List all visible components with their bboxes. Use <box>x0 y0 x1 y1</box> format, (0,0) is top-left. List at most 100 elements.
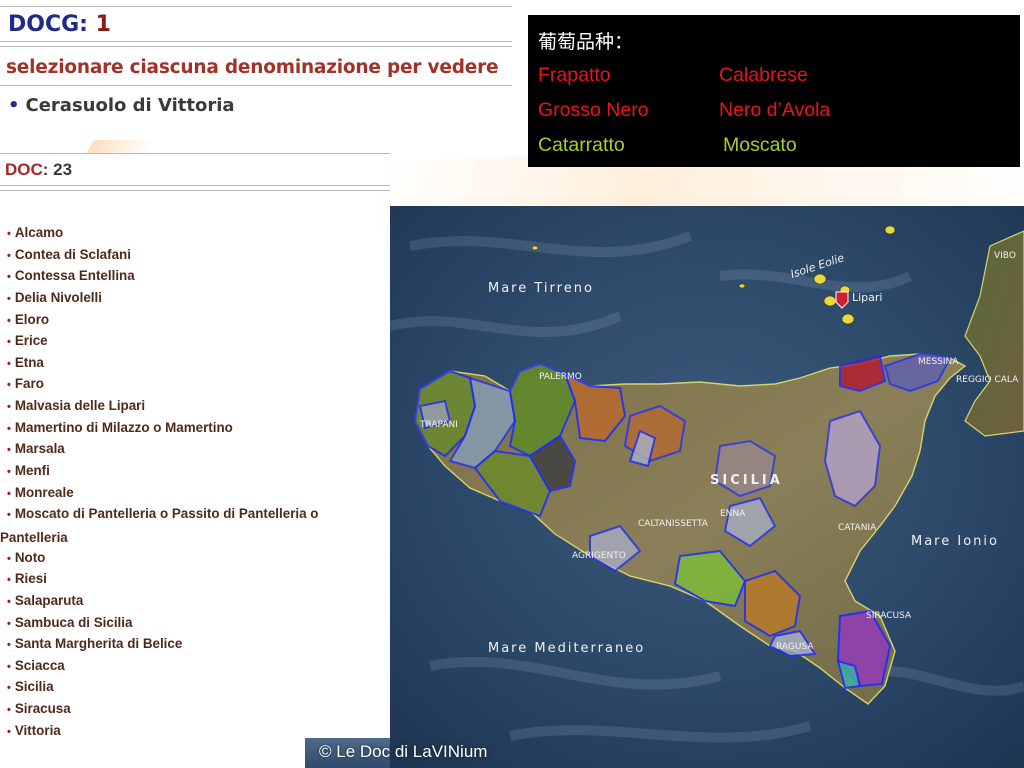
label-mare-mediterraneo: Mare Mediterraneo <box>488 641 645 656</box>
divider <box>0 85 512 86</box>
doc-item-label: Santa Margherita di Belice <box>14 636 183 652</box>
doc-item-sicilia[interactable]: • Sicilia <box>7 676 367 698</box>
doc-item-label: Salaparuta <box>14 592 84 608</box>
docg-label: DOCG: <box>8 12 88 37</box>
bullet: • <box>7 444 11 457</box>
doc-list: • Alcamo • Contea di Sclafani • Contessa En… <box>0 222 367 741</box>
bullet: • <box>7 487 11 500</box>
bullet: • <box>7 228 11 240</box>
map-canvas: Mare Tirreno Isole Eolie Lipari VIBO MES… <box>390 206 1024 768</box>
doc-item-menfi[interactable]: • Menfi <box>7 460 367 482</box>
grape-frapatto: Frapatto <box>538 64 611 86</box>
doc-item-monreale[interactable]: • Monreale <box>7 482 367 504</box>
doc-item-marsala[interactable]: • Marsala <box>7 438 367 460</box>
bullet: • <box>7 595 11 608</box>
doc-item-label: Menfi <box>14 463 50 479</box>
label-messina: MESSINA <box>918 357 959 367</box>
bullet: • <box>7 249 11 262</box>
docg-instruction: selezionare ciascuna denominazione per v… <box>6 57 499 78</box>
label-lipari: Lipari <box>852 291 883 304</box>
label-sicilia: SICILIA <box>710 473 783 488</box>
bullet: • <box>8 95 20 116</box>
doc-item-label: Monreale <box>14 484 74 500</box>
doc-count: : 23 <box>42 160 73 179</box>
doc-item-delia-nivolelli[interactable]: • Delia Nivolelli <box>7 287 367 309</box>
bullet: • <box>7 357 11 370</box>
label-agrigento: AGRIGENTO <box>572 551 626 561</box>
grape-calabrese: Calabrese <box>719 64 808 86</box>
label-mare-ionio: Mare Ionio <box>911 534 999 549</box>
doc-item-label: Contessa Entellina <box>14 268 135 284</box>
divider <box>0 153 390 154</box>
doc-item-santa-margherita-di-belice[interactable]: • Santa Margherita di Belice <box>7 633 367 655</box>
doc-item-label: Sicilia <box>14 679 54 695</box>
doc-item-sambuca-di-sicilia[interactable]: • Sambuca di Sicilia <box>7 612 367 634</box>
doc-item-label: Riesi <box>14 571 47 587</box>
bullet: • <box>7 271 11 284</box>
bullet: • <box>7 639 11 652</box>
grape-catarratto: Catarratto <box>538 134 625 156</box>
label-palermo: PALERMO <box>539 372 582 382</box>
bullet: • <box>7 574 11 587</box>
bullet: • <box>7 552 11 565</box>
label-trapani: TRAPANI <box>419 420 458 430</box>
doc-item-label: Sambuca di Sicilia <box>14 614 133 630</box>
bullet: • <box>7 725 11 738</box>
doc-item-eloro[interactable]: • Eloro <box>7 309 367 331</box>
copyright-notice: © Le Doc di LaVINium <box>319 742 488 761</box>
doc-item-riesi[interactable]: • Riesi <box>7 568 367 590</box>
doc-item-label: Marsala <box>14 441 65 457</box>
label-enna: ENNA <box>720 509 746 519</box>
bullet: • <box>7 336 11 349</box>
doc-item-salaparuta[interactable]: • Salaparuta <box>7 590 367 612</box>
doc-item-noto[interactable]: • Noto <box>7 547 367 569</box>
bullet: • <box>7 682 11 695</box>
grape-nero-davola: Nero d’Avola <box>719 99 831 121</box>
label-mare-tirreno: Mare Tirreno <box>488 281 594 296</box>
doc-item-label: Mamertino di Milazzo o Mamertino <box>14 419 233 435</box>
divider <box>0 46 512 47</box>
sicily-wine-map: Mare Tirreno Isole Eolie Lipari VIBO MES… <box>390 206 1024 768</box>
doc-item-malvasia-delle-lipari[interactable]: • Malvasia delle Lipari <box>7 395 367 417</box>
docg-count: 1 <box>95 12 111 37</box>
divider <box>0 190 390 191</box>
docg-item-cerasuolo-di-vittoria[interactable]: • Cerasuolo di Vittoria <box>8 95 235 116</box>
doc-item-alcamo[interactable]: • Alcamo <box>7 222 367 244</box>
grape-varieties-box: 葡萄品种： Frapatto Calabrese Grosso Nero Ner… <box>528 15 1020 167</box>
bullet: • <box>7 617 11 630</box>
bullet: • <box>7 509 11 522</box>
doc-item-label: Alcamo <box>14 225 64 240</box>
bullet: • <box>7 379 11 392</box>
bullet: • <box>7 314 11 327</box>
doc-item-label: Contea di Sclafani <box>14 246 131 262</box>
doc-item-erice[interactable]: • Erice <box>7 330 367 352</box>
bullet: • <box>7 704 11 717</box>
doc-item-etna[interactable]: • Etna <box>7 352 367 374</box>
divider <box>0 185 390 186</box>
doc-item-siracusa[interactable]: • Siracusa <box>7 698 367 720</box>
doc-item-contea-di-sclafani[interactable]: • Contea di Sclafani <box>7 244 367 266</box>
doc-item-label: Sciacca <box>14 657 65 673</box>
label-vibo: VIBO <box>994 251 1016 261</box>
doc-item-label: Vittoria <box>14 722 61 738</box>
docg-title: DOCG: 1 <box>8 12 111 37</box>
label-ragusa: RAGUSA <box>776 642 814 652</box>
doc-item-faro[interactable]: • Faro <box>7 373 367 395</box>
doc-item-label: Noto <box>14 549 46 565</box>
label-siracusa: SIRACUSA <box>866 611 912 621</box>
doc-item-label: Erice <box>14 333 48 349</box>
bullet: • <box>7 660 11 673</box>
doc-item-label: Siracusa <box>14 701 71 717</box>
doc-item-label: Moscato di Pantelleria o Passito di Pant… <box>14 506 319 522</box>
bullet: • <box>7 422 11 435</box>
label-caltanissetta: CALTANISSETTA <box>638 519 709 529</box>
doc-label: DOC <box>5 160 43 179</box>
doc-item-contessa-entellina[interactable]: • Contessa Entellina <box>7 265 367 287</box>
docg-item-label: Cerasuolo di Vittoria <box>25 95 235 116</box>
doc-item-sciacca[interactable]: • Sciacca <box>7 655 367 677</box>
doc-title: DOC: 23 <box>5 160 72 180</box>
doc-item-mamertino[interactable]: • Mamertino di Milazzo o Mamertino <box>7 417 367 439</box>
doc-item-label: Faro <box>14 376 44 392</box>
divider <box>0 6 512 7</box>
doc-item-moscato-di-pantelleria[interactable]: • Moscato di Pantelleria o Passito di Pan… <box>0 503 367 546</box>
